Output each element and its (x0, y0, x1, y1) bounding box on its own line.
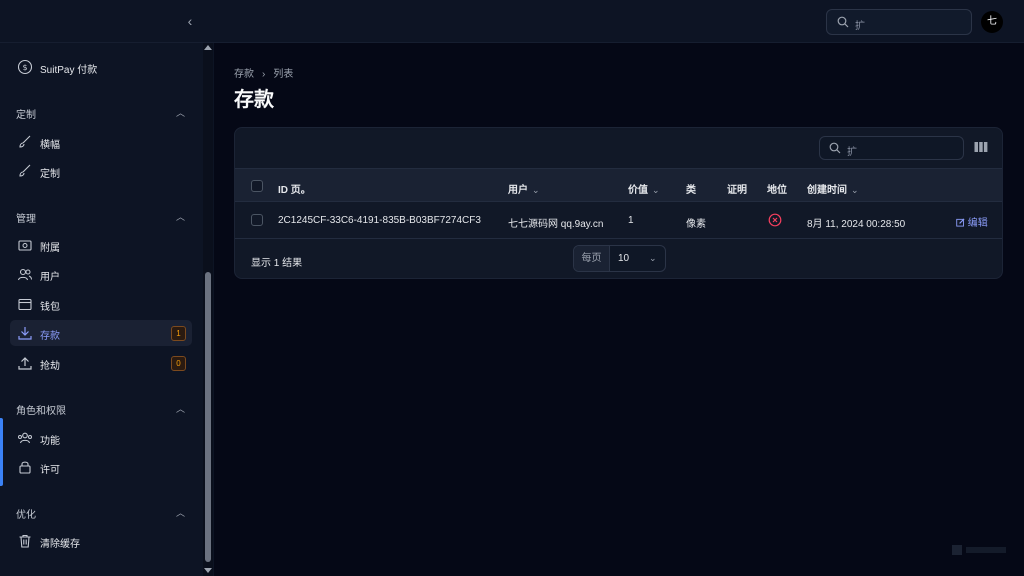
column-header-proof: 证明 (727, 185, 747, 196)
group-label-manage: 管理 (16, 214, 36, 225)
row-checkbox[interactable] (251, 214, 263, 226)
edit-label: 编辑 (967, 218, 988, 229)
avatar[interactable]: 七 (981, 11, 1003, 33)
lock-icon (19, 461, 31, 474)
column-header-created[interactable]: 创建时间 ⌄ (807, 181, 859, 196)
chevron-right-icon: › (262, 69, 266, 80)
sidebar-item-label: 清除缓存 (40, 539, 80, 550)
search-icon (829, 142, 841, 154)
per-page-select[interactable]: 每页 10 ⌄ (573, 245, 666, 272)
scroll-up-arrow-icon[interactable] (204, 45, 212, 50)
global-search[interactable]: 扩 (826, 9, 972, 35)
column-header-label: 用户 (508, 185, 528, 196)
table-row[interactable]: 2C1245CF-33C6-4191-835B-B03BF7274CF3 七七源… (235, 202, 1002, 239)
sidebar-item-label: 存款 (40, 331, 60, 342)
sidebar: $ SuitPay 付款 定制 ︿ 横幅 定制 管理 ︿ 附属 用户 钱包 存款… (0, 43, 214, 576)
sidebar-accent (0, 418, 3, 486)
sidebar-item-banner[interactable]: 横幅 (10, 129, 192, 155)
sidebar-item-deposits[interactable]: 存款 1 (10, 320, 192, 346)
sidebar-item-suitpay[interactable]: $ SuitPay 付款 (10, 54, 192, 80)
cell-user: 七七源码网 qq.9ay.cn (508, 219, 604, 230)
edit-icon (956, 218, 965, 227)
chevron-up-icon[interactable]: ︿ (176, 210, 186, 222)
chevron-down-icon: ⌄ (652, 185, 660, 195)
chevron-up-icon[interactable]: ︿ (176, 506, 186, 518)
scroll-down-arrow-icon[interactable] (204, 568, 212, 573)
brush-icon (19, 135, 31, 148)
sidebar-item-custom[interactable]: 定制 (10, 158, 192, 184)
chevron-up-icon[interactable]: ︿ (176, 402, 186, 414)
breadcrumb: 存款 › 列表 (234, 65, 293, 80)
count-badge: 0 (171, 356, 186, 371)
sidebar-item-label: 许可 (40, 465, 60, 476)
column-header-label: 创建时间 (807, 185, 847, 196)
sidebar-item-label: 附属 (40, 243, 60, 254)
breadcrumb-link[interactable]: 存款 (234, 69, 254, 80)
sidebar-item-clear-cache[interactable]: 清除缓存 (10, 528, 192, 554)
sidebar-item-label: 钱包 (40, 302, 60, 313)
sidebar-scrollbar[interactable] (203, 43, 213, 576)
chevron-down-icon: ⌄ (851, 185, 859, 195)
table-header: ID 页。 用户 ⌄ 价值 ⌄ 类 证明 地位 创建时间 ⌄ (235, 168, 1002, 202)
sidebar-item-wallet[interactable]: 钱包 (10, 291, 192, 317)
sidebar-item-label: 功能 (40, 436, 60, 447)
sidebar-item-users[interactable]: 用户 (10, 261, 192, 287)
group-label-roles: 角色和权限 (16, 406, 66, 417)
table-search-placeholder: 扩 (847, 147, 857, 158)
svg-text:$: $ (22, 63, 27, 72)
breadcrumb-current: 列表 (273, 69, 294, 80)
column-header-status: 地位 (767, 185, 787, 196)
chevron-down-icon: ⌄ (532, 185, 540, 195)
per-page-value: 10 (618, 253, 630, 264)
deposits-table-card: 扩 ID 页。 用户 ⌄ 价值 ⌄ 类 证明 地位 创建时间 ⌄ 2C1245CF-3… (234, 127, 1003, 279)
column-header-id[interactable]: ID 页。 (278, 181, 311, 196)
sidebar-item-functions[interactable]: 功能 (10, 425, 192, 451)
x-circle-icon (768, 213, 782, 227)
trash-icon (19, 534, 31, 548)
column-header-type: 类 (686, 185, 696, 196)
sidebar-item-permissions[interactable]: 许可 (10, 454, 192, 480)
sidebar-item-label: 抢劫 (40, 361, 60, 372)
sidebar-item-affiliate[interactable]: 附属 (10, 232, 192, 258)
results-count: 显示 1 结果 (251, 258, 303, 269)
chevron-left-icon[interactable]: ‹ (182, 12, 198, 30)
cell-type: 像素 (686, 219, 706, 230)
brush-icon (19, 164, 31, 177)
group-label-custom: 定制 (16, 110, 36, 121)
table-search-input[interactable]: 扩 (819, 136, 964, 160)
group-label-optimize: 优化 (16, 510, 36, 521)
wallet-icon (18, 298, 32, 311)
chevron-up-icon[interactable]: ︿ (176, 106, 186, 118)
global-search-placeholder: 扩 (855, 21, 865, 32)
top-bar: ‹ 扩 七 (0, 0, 1024, 43)
user-group-icon (18, 432, 32, 444)
search-icon (837, 16, 849, 28)
sidebar-item-withdrawals[interactable]: 抢劫 0 (10, 350, 192, 376)
chevron-down-icon: ⌄ (649, 253, 657, 263)
sidebar-item-label: 定制 (40, 169, 60, 180)
column-header-user[interactable]: 用户 ⌄ (508, 181, 540, 196)
select-all-checkbox[interactable] (251, 180, 263, 192)
dollar-circle-icon: $ (17, 59, 33, 75)
per-page-label: 每页 (574, 246, 610, 271)
columns-icon[interactable] (974, 141, 988, 153)
upload-icon (18, 357, 32, 370)
cell-value: 1 (628, 215, 634, 226)
cell-created: 8月 11, 2024 00:28:50 (807, 219, 906, 230)
edit-button[interactable]: 编辑 (956, 214, 988, 229)
users-icon (17, 268, 32, 281)
cell-id: 2C1245CF-33C6-4191-835B-B03BF7274CF3 (278, 215, 481, 226)
sidebar-item-label: 横幅 (40, 140, 60, 151)
column-header-value[interactable]: 价值 ⌄ (628, 181, 660, 196)
count-badge: 1 (171, 326, 186, 341)
scrollbar-thumb[interactable] (205, 272, 211, 562)
page-title: 存款 (234, 89, 274, 111)
column-header-label: 价值 (628, 185, 648, 196)
watermark-logo (952, 543, 1008, 557)
id-card-icon (18, 240, 32, 251)
sidebar-item-label: 用户 (40, 272, 60, 283)
sidebar-item-label: SuitPay 付款 (40, 65, 98, 76)
download-icon (18, 327, 32, 340)
